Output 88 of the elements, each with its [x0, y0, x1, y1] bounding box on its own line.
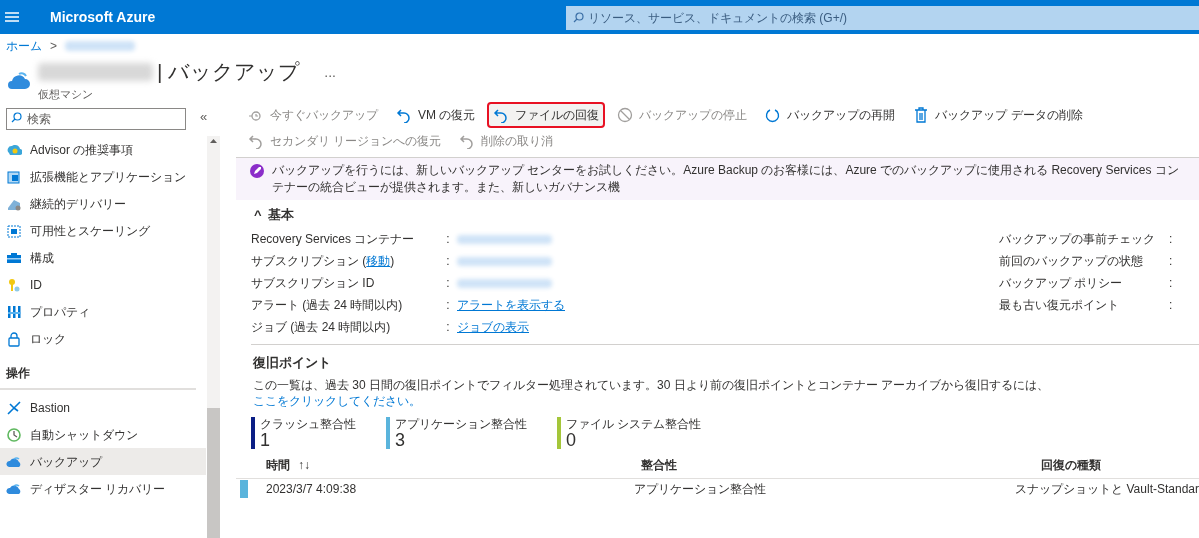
sidebar-item[interactable]: バックアップ: [0, 448, 206, 475]
table-cell-text: スナップショットと Vault-Standar: [1015, 480, 1199, 498]
column-header[interactable]: 時間: [266, 456, 290, 474]
banner-text: バックアップを行うには、新しいバックアップ センターをお試しください。Azure Backup のお客様には、Azure でのバックアップに使用される Recovery Services コンテナーの統合ビューが提供されます。また、新しいガバナンス機: [272, 162, 1180, 196]
sidebar-item[interactable]: 構成: [0, 244, 206, 271]
count-value: 0: [566, 430, 577, 449]
bars-icon: [6, 303, 22, 320]
toolbar-button[interactable]: VM の復元: [390, 102, 482, 128]
count-label: アプリケーション整合性: [395, 416, 527, 431]
arrow-up-icon: [207, 136, 220, 146]
separator-colon: :: [1169, 231, 1174, 248]
undo-icon: [396, 107, 412, 123]
search-icon: [11, 112, 22, 123]
count-value: 3: [395, 430, 406, 449]
description-text: この一覧は、過去 30 日間の復旧ポイントでフィルター処理されています。30 日より前の復旧ポイントとコンテナー アーカイブから復旧するには、 ここをクリックしてください。: [253, 376, 1051, 409]
scale-icon: [6, 222, 22, 239]
brand-title: Microsoft Azure: [50, 7, 157, 27]
collapse-toggle[interactable]: ^: [254, 205, 262, 225]
sidebar-item[interactable]: プロパティ: [0, 298, 206, 325]
field-label: ジョブ (過去 24 時間以内): [251, 319, 392, 336]
count-label: ファイル システム整合性: [566, 416, 702, 431]
separator-colon: :: [1169, 275, 1174, 292]
page-title: | バックアップ: [157, 59, 301, 85]
undo-icon: [459, 133, 476, 149]
field-label: 前回のバックアップの状態: [999, 253, 1144, 270]
section-title: 基本: [267, 206, 294, 225]
cloud-icon: [6, 70, 30, 90]
table-cell-text: アプリケーション整合性: [634, 480, 768, 498]
toolbar-button[interactable]: ファイルの回復: [487, 102, 606, 128]
key-icon: [6, 276, 22, 293]
field-label: Recovery Services コンテナー: [251, 231, 416, 248]
separator-colon: :: [445, 231, 451, 248]
scrollbar-thumb[interactable]: [207, 408, 220, 538]
sidebar-item[interactable]: 継続的デリバリー: [0, 190, 206, 217]
count-value: 1: [260, 430, 271, 449]
field-label: 最も古い復元ポイント: [999, 297, 1120, 314]
separator-colon: :: [445, 253, 451, 270]
sidebar-item[interactable]: ロック: [0, 325, 206, 352]
page-subtitle: 仮想マシン: [38, 87, 94, 102]
table-cell-text: 2023/3/7 4:09:38: [266, 480, 358, 498]
prohibited-icon: [617, 107, 634, 123]
section-header: 操作: [6, 366, 30, 380]
field-label: アラート (過去 24 時間以内): [251, 297, 404, 314]
menu-icon: [5, 12, 19, 22]
sidebar-item[interactable]: Advisor の推奨事項: [0, 136, 206, 163]
column-header[interactable]: 整合性: [641, 456, 677, 474]
search-icon: [573, 12, 584, 23]
separator-colon: :: [445, 297, 451, 314]
breadcrumb-separator: >: [50, 38, 57, 55]
search-field[interactable]: 検索: [6, 108, 186, 130]
trash-icon: [913, 107, 930, 123]
sidebar-item[interactable]: 自動シャットダウン: [0, 421, 206, 448]
field-label: サブスクリプション ID: [251, 275, 376, 292]
undo-icon: [493, 107, 510, 123]
toolbar-button[interactable]: バックアップの再開: [759, 102, 902, 128]
field-label: サブスクリプション (移動): [251, 253, 396, 270]
sidebar-item[interactable]: Bastion: [0, 394, 206, 421]
section-title: 復旧ポイント: [253, 354, 332, 372]
column-header[interactable]: 回復の種類: [1041, 456, 1101, 474]
sidebar-item[interactable]: ディザスター リカバリー: [0, 475, 206, 502]
breadcrumb-link[interactable]: ホーム: [6, 37, 42, 55]
search-field[interactable]: リソース、サービス、ドキュメントの検索 (G+/): [566, 6, 1199, 30]
link[interactable]: ジョブの表示: [457, 318, 529, 336]
separator-colon: :: [445, 319, 451, 336]
row-marker: [240, 479, 248, 498]
link[interactable]: 移動: [366, 254, 391, 268]
toolbar-button[interactable]: バックアップ データの削除: [907, 102, 1089, 128]
refresh-icon: [765, 107, 782, 123]
lock-icon: [6, 330, 22, 347]
sidebar-item[interactable]: 拡張機能とアプリケーション: [0, 163, 206, 190]
separator-colon: :: [1169, 253, 1174, 270]
field-label: バックアップ ポリシー: [999, 275, 1124, 292]
sidebar-item[interactable]: 可用性とスケーリング: [0, 217, 206, 244]
redacted-text: [65, 41, 135, 51]
sidebar-item[interactable]: ID: [0, 271, 206, 298]
square-icon: [6, 168, 22, 185]
link[interactable]: ここをクリックしてください。: [253, 393, 421, 408]
field-label: バックアップの事前チェック: [999, 231, 1156, 248]
count-label: クラッシュ整合性: [260, 416, 356, 431]
more-button[interactable]: ...: [324, 61, 336, 83]
separator-colon: :: [1169, 297, 1174, 314]
scrollbar[interactable]: [207, 136, 220, 538]
separator-colon: :: [445, 275, 451, 292]
sort-button[interactable]: ↑↓: [298, 456, 310, 474]
clock-icon: [6, 426, 22, 443]
link[interactable]: アラートを表示する: [457, 296, 565, 314]
collapse-button[interactable]: «: [200, 107, 208, 127]
undo-icon: [248, 133, 264, 149]
